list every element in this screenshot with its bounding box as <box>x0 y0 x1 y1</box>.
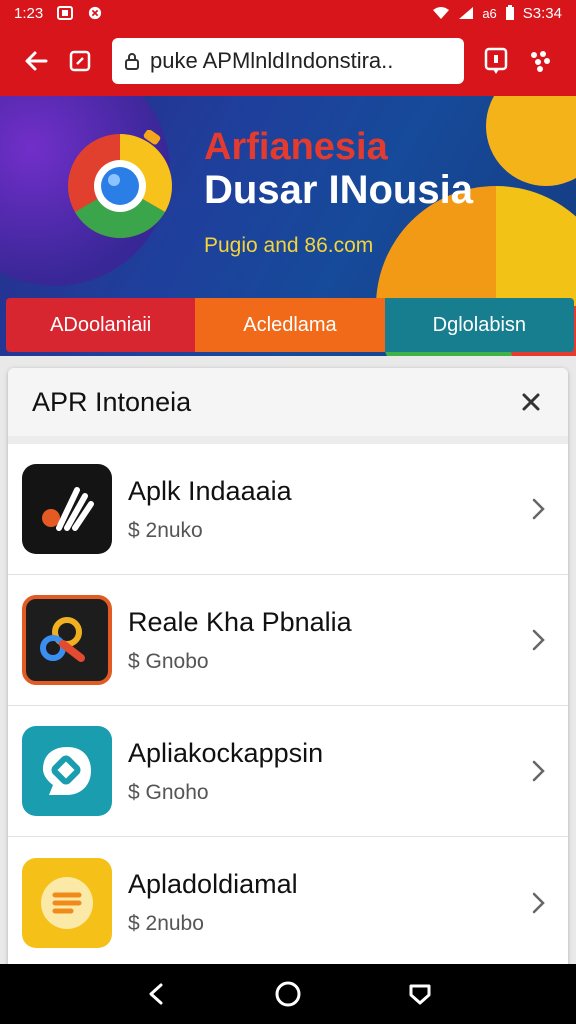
browser-toolbar: puke APMlnldIndonstira.. <box>0 26 576 96</box>
promo-banner[interactable]: Arfianesia Dusar INousia Pugio and 86.co… <box>0 96 576 356</box>
category-tab-1[interactable]: ADoolaniaii <box>6 298 196 352</box>
app-price: $ Gnoho <box>128 780 209 804</box>
status-bar: 1:23 a6 S3:34 <box>0 0 576 26</box>
signal-icon <box>459 7 474 19</box>
square-icon <box>57 6 74 20</box>
lock-icon <box>125 53 139 70</box>
app-price: $ 2nuko <box>128 518 203 542</box>
dark-app-icon <box>22 464 112 554</box>
battery-icon <box>505 5 514 20</box>
app-list-panel: APR Intoneia Aplk Indaaaia $ 2nuko Reale… <box>8 368 568 968</box>
app-name: Aplk Indaaaia <box>128 475 292 506</box>
panel-title: APR Intoneia <box>32 386 192 417</box>
wifi-icon <box>433 7 450 19</box>
chevron-right-icon <box>532 629 545 651</box>
decor-blob <box>486 96 576 186</box>
list-item[interactable]: Apladoldiamal $ 2nubo <box>8 837 568 968</box>
close-icon <box>522 393 540 411</box>
nav-back-button[interactable] <box>136 974 176 1014</box>
app-price: $ 2nubo <box>128 912 204 935</box>
close-button[interactable] <box>516 387 546 417</box>
notes-app-icon <box>22 857 112 948</box>
back-button[interactable] <box>14 39 58 83</box>
menu-button[interactable] <box>518 39 562 83</box>
list-item[interactable]: Apliakockappsin $ Gnoho <box>8 706 568 837</box>
system-nav-bar <box>0 964 576 1024</box>
panel-header: APR Intoneia <box>8 368 568 444</box>
url-bar[interactable]: puke APMlnldIndonstira.. <box>112 38 464 84</box>
nav-back-icon <box>149 983 163 1005</box>
nav-home-icon <box>275 981 301 1007</box>
status-clock: S3:34 <box>522 4 562 22</box>
category-tab-2[interactable]: Acledlama <box>195 298 385 352</box>
bookmark-button[interactable] <box>474 39 518 83</box>
banner-subtitle: Pugio and 86.com <box>204 234 374 257</box>
banner-title-line1: Arfianesia <box>204 126 388 168</box>
banner-title-line2: Dusar INousia <box>204 168 473 212</box>
nav-recents-button[interactable] <box>400 974 440 1014</box>
chevron-right-icon <box>532 760 545 782</box>
nav-recents-icon <box>409 984 431 1005</box>
list-item[interactable]: Reale Kha Pbnalia $ Gnobo <box>8 575 568 706</box>
browser-logo-icon <box>68 130 172 238</box>
url-text: puke APMlnldIndonstira.. <box>150 48 394 73</box>
close-circle-icon <box>89 6 102 20</box>
app-name: Apliakockappsin <box>128 737 324 768</box>
chat-app-icon <box>22 726 112 816</box>
back-arrow-icon <box>25 51 48 71</box>
menu-dots-icon <box>531 51 550 72</box>
tabs-button[interactable] <box>58 39 102 83</box>
nav-home-button[interactable] <box>268 974 308 1014</box>
tab-icon <box>69 50 91 72</box>
battery-label: a6 <box>482 5 497 21</box>
status-time: 1:23 <box>14 4 44 22</box>
chevron-right-icon <box>532 892 545 913</box>
app-name: Apladoldiamal <box>128 869 298 899</box>
link-app-icon <box>22 595 112 685</box>
app-name: Reale Kha Pbnalia <box>128 606 352 637</box>
app-price: $ Gnobo <box>128 649 209 673</box>
bookmark-icon <box>484 47 508 74</box>
category-row: ADoolaniaii Acledlama Dglolabisn <box>6 298 574 352</box>
chevron-right-icon <box>532 498 545 520</box>
category-tab-3[interactable]: Dglolabisn <box>384 298 574 352</box>
list-item[interactable]: Aplk Indaaaia $ 2nuko <box>8 444 568 575</box>
